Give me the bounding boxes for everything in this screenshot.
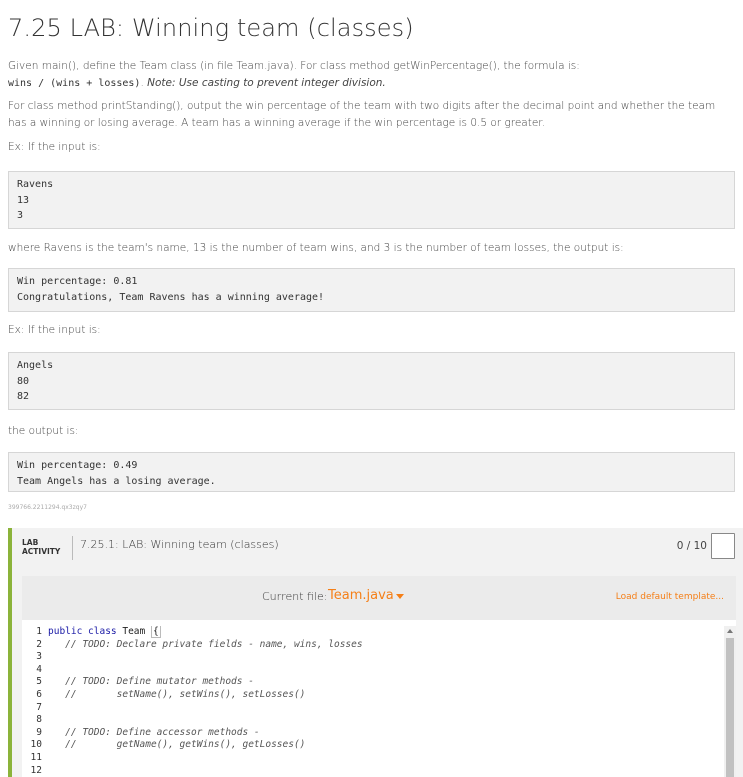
line-number: 4	[36, 663, 42, 675]
code-line[interactable]: 8	[22, 714, 722, 727]
line-number: 12	[30, 764, 42, 776]
activity-divider	[72, 536, 73, 560]
code-line[interactable]: 9 // TODO: Define accessor methods -	[22, 727, 722, 740]
current-file-dropdown[interactable]: Team.java	[328, 588, 394, 603]
line-number: 3	[36, 651, 42, 663]
intro-formula-line: wins / (wins + losses). Note: Use castin…	[8, 77, 386, 89]
intro-paragraph-2: For class method printStanding(), output…	[8, 100, 716, 129]
example2-output-box: Win percentage: 0.49 Team Angels has a l…	[8, 452, 735, 492]
example2-output-label: the output is:	[8, 425, 79, 437]
example2-input-line: 82	[17, 391, 30, 402]
chevron-down-icon[interactable]	[396, 594, 404, 599]
code-line[interactable]: 1 public class Team {	[22, 626, 722, 639]
code-editor: Current file: Team.java Load default tem…	[22, 576, 736, 777]
page-title: 7.25 LAB: Winning team (classes)	[8, 14, 414, 42]
activity-score: 0 / 10	[676, 540, 707, 552]
code-line[interactable]: 3	[22, 651, 722, 664]
example1-label: Ex: If the input is:	[8, 141, 101, 153]
example1-input-line: 13	[17, 194, 30, 206]
example2-output-line: Team Angels has a losing average.	[17, 475, 216, 487]
load-default-template-link[interactable]: Load default template...	[616, 592, 724, 602]
line-number: 7	[36, 701, 42, 713]
code-line[interactable]: 7	[22, 702, 722, 715]
example1-output-line: Win percentage: 0.81	[17, 276, 138, 287]
casting-note: Note: Use casting to prevent integer div…	[147, 77, 386, 89]
code-comment: // setName(), setWins(), setLosses()	[65, 688, 306, 700]
completion-box	[711, 533, 735, 559]
example2-input-line: 80	[17, 375, 30, 387]
line-number: 5	[36, 676, 42, 688]
example1-input-line: 3	[17, 210, 24, 221]
code-line[interactable]: 2 // TODO: Declare private fields - name…	[22, 639, 722, 652]
formula-code: wins / (wins + losses)	[8, 78, 141, 89]
code-class-name: Team	[122, 626, 151, 637]
example1-explanation: where Ravens is the team's name, 13 is t…	[8, 242, 624, 254]
code-comment: // TODO: Define accessor methods -	[65, 726, 260, 738]
example1-output-line: Congratulations, Team Ravens has a winni…	[17, 291, 325, 303]
line-number: 2	[36, 638, 42, 650]
scroll-thumb[interactable]	[726, 638, 734, 777]
editor-header: Current file: Team.java Load default tem…	[22, 576, 736, 620]
code-brace: {	[150, 626, 161, 638]
line-number: 1	[36, 626, 42, 637]
code-line[interactable]: 11	[22, 752, 722, 765]
line-number: 10	[30, 739, 42, 751]
example2-input-line: Angels	[17, 360, 54, 371]
example1-input-box: Ravens 13 3	[8, 171, 735, 229]
example1-output-box: Win percentage: 0.81 Congratulations, Te…	[8, 268, 735, 312]
line-number: 11	[30, 751, 42, 763]
code-keyword: public class	[48, 626, 123, 637]
code-line[interactable]: 5 // TODO: Define mutator methods -	[22, 676, 722, 689]
intro-line1: Given main(), define the Team class (in …	[8, 60, 580, 72]
example2-output-line: Win percentage: 0.49	[17, 460, 138, 471]
current-file-label: Current file:	[262, 590, 328, 603]
line-number: 6	[36, 688, 42, 700]
lab-tag-line: LAB	[22, 538, 39, 547]
line-number: 8	[36, 714, 42, 726]
example2-input-box: Angels 80 82	[8, 352, 735, 410]
example1-input-line: Ravens	[17, 179, 54, 190]
activity-hash: 399766.2211294.qx3zqy7	[8, 504, 87, 511]
code-comment: // TODO: Declare private fields - name, …	[65, 638, 363, 650]
code-line[interactable]: 10 // getName(), getWins(), getLosses()	[22, 739, 722, 752]
activity-title: 7.25.1: LAB: Winning team (classes)	[80, 538, 279, 551]
line-number: 9	[36, 726, 42, 738]
example2-label: Ex: If the input is:	[8, 324, 101, 336]
code-line[interactable]: 4	[22, 664, 722, 677]
lab-activity-panel: LAB ACTIVITY 7.25.1: LAB: Winning team (…	[8, 528, 743, 777]
lab-activity-tag: LAB ACTIVITY	[22, 538, 60, 556]
code-line[interactable]: 6 // setName(), setWins(), setLosses()	[22, 689, 722, 702]
code-line[interactable]: 12	[22, 765, 722, 777]
code-comment: // getName(), getWins(), getLosses()	[65, 739, 306, 751]
scroll-up-arrow-icon[interactable]	[727, 629, 733, 633]
activity-tag-line: ACTIVITY	[22, 547, 61, 556]
code-comment: // TODO: Define mutator methods -	[65, 676, 254, 688]
code-text-area[interactable]: 1 public class Team {2 // TODO: Declare p…	[22, 626, 722, 777]
editor-scrollbar[interactable]	[724, 626, 736, 777]
